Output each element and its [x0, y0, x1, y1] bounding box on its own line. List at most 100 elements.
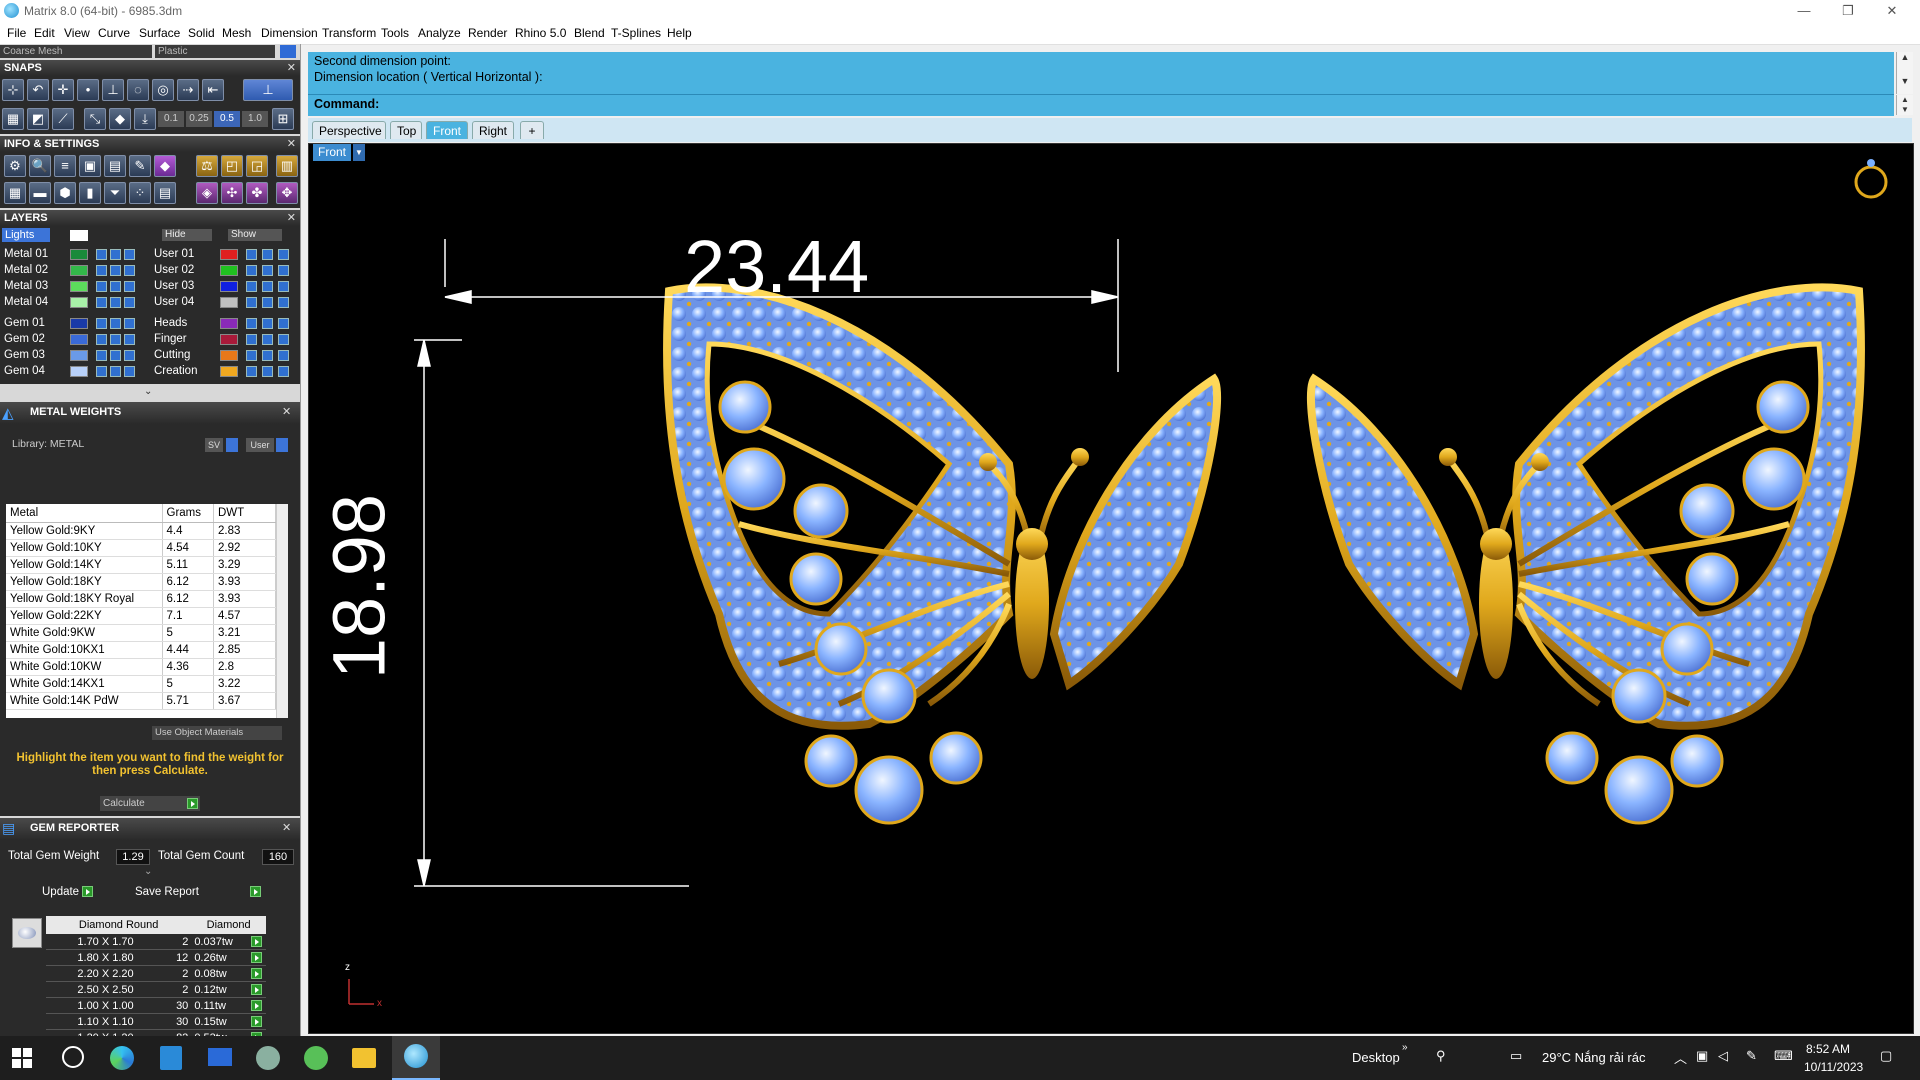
metal-col-header[interactable]: Metal [6, 504, 163, 523]
sv-button[interactable]: SV [205, 438, 223, 452]
menu-rhino[interactable]: Rhino 5.0 [515, 26, 566, 40]
go-arrow-icon[interactable] [250, 936, 262, 948]
layer-edit-icon[interactable] [278, 281, 289, 292]
pave-tool-button[interactable]: ✤ [246, 182, 268, 204]
visible-icon[interactable] [110, 281, 121, 292]
command-scroll-spinner[interactable]: ▲ ▼ [1896, 95, 1913, 115]
layer-row[interactable]: Cutting [150, 348, 300, 363]
snap-near-button[interactable]: ↶ [27, 79, 49, 101]
metal-table-scrollbar[interactable] [276, 504, 288, 718]
visible-icon[interactable] [110, 350, 121, 361]
table-row[interactable]: Yellow Gold:10KY 4.54 2.92 [6, 539, 277, 557]
scatter-button[interactable]: ⁘ [129, 182, 151, 204]
table-row[interactable]: Yellow Gold:18KY Royal 6.12 3.93 [6, 590, 277, 608]
go-arrow-icon[interactable] [250, 984, 262, 996]
lock-icon[interactable] [96, 297, 107, 308]
lock-icon[interactable] [96, 265, 107, 276]
stack-button[interactable]: ≡ [54, 155, 76, 177]
snap-value-0-5[interactable]: 0.5 [214, 111, 240, 127]
table-row[interactable]: 1.80 X 1.80 12 0.26tw [46, 949, 266, 966]
material-cube-button[interactable]: ◆ [154, 155, 176, 177]
close-icon[interactable]: ✕ [282, 821, 291, 834]
table-row[interactable]: White Gold:9KW 5 3.21 [6, 624, 277, 642]
edit-pencil-button[interactable]: ✎ [129, 155, 151, 177]
table-row[interactable]: White Gold:14K PdW 5.71 3.67 [6, 692, 277, 710]
planar-button[interactable]: ◩ [27, 108, 49, 130]
gem-tool-button[interactable]: ◈ [196, 182, 218, 204]
lock-icon[interactable] [246, 297, 257, 308]
grid-settings-button[interactable]: ⊞ [272, 108, 294, 130]
desktop-toolbar[interactable]: Desktop [1352, 1050, 1400, 1065]
menu-blend[interactable]: Blend [574, 26, 605, 40]
layer-row[interactable]: User 04 [150, 295, 300, 310]
left-butterfly[interactable] [663, 283, 1222, 825]
visible-icon[interactable] [262, 350, 273, 361]
collapse-chevron-icon[interactable]: ⌄ [144, 866, 152, 877]
layer-row[interactable]: Creation [150, 364, 300, 379]
chevron-right-icon[interactable]: » [1402, 1042, 1408, 1053]
layer-color[interactable] [220, 318, 238, 329]
zoom-button[interactable]: 🔍 [29, 155, 51, 177]
command-history-scrollbar[interactable]: ▲ ▼ [1896, 52, 1913, 94]
lock-icon[interactable] [246, 350, 257, 361]
table-row[interactable]: Yellow Gold:18KY 6.12 3.93 [6, 573, 277, 591]
table-row[interactable]: White Gold:14KX1 5 3.22 [6, 675, 277, 693]
clock-time[interactable]: 8:52 AM [1806, 1042, 1850, 1056]
viewport-front[interactable]: Front ▼ 23.44 18.98 z x [308, 143, 1914, 1034]
dwt-col-header[interactable]: DWT [213, 504, 277, 523]
layer-edit-icon[interactable] [124, 366, 135, 377]
mail-icon[interactable] [208, 1048, 232, 1066]
filter-funnel-button[interactable]: ⏷ [104, 182, 126, 204]
visible-icon[interactable] [262, 318, 273, 329]
menu-tsplines[interactable]: T-Splines [611, 26, 661, 40]
report-button[interactable]: ▥ [276, 155, 298, 177]
matrix-taskbar-button[interactable] [392, 1036, 440, 1080]
layer-color[interactable] [70, 249, 88, 260]
lock-icon[interactable] [246, 265, 257, 276]
layer-color[interactable] [70, 318, 88, 329]
sheets-icon[interactable] [304, 1046, 328, 1070]
layer-color[interactable] [70, 281, 88, 292]
table-row[interactable]: 2.20 X 2.20 2 0.08tw [46, 965, 266, 982]
lock-icon[interactable] [246, 281, 257, 292]
use-object-materials-checkbox[interactable]: Use Object Materials [152, 726, 282, 740]
update-button[interactable]: Update [42, 886, 94, 898]
volume-icon[interactable]: ◁ [1718, 1048, 1728, 1064]
dimension-label-horizontal[interactable]: 23.44 [684, 224, 869, 309]
snap-value-0-25[interactable]: 0.25 [186, 111, 212, 127]
gumball-button[interactable]: ⤡ [84, 108, 106, 130]
visible-icon[interactable] [262, 366, 273, 377]
layer-color[interactable] [220, 350, 238, 361]
search-icon[interactable] [62, 1046, 84, 1068]
visible-icon[interactable] [110, 366, 121, 377]
layer-edit-icon[interactable] [278, 366, 289, 377]
layer-row[interactable]: User 03 [150, 279, 300, 294]
menu-file[interactable]: File [7, 26, 26, 40]
go-arrow-icon[interactable] [250, 1000, 262, 1012]
layer-row[interactable]: User 01 [150, 247, 300, 262]
menu-mesh[interactable]: Mesh [222, 26, 251, 40]
box-button[interactable]: ⬢ [54, 182, 76, 204]
layer-color[interactable] [70, 297, 88, 308]
layer-row[interactable]: Gem 03 [0, 348, 150, 363]
edge-browser-icon[interactable] [110, 1046, 134, 1070]
layer-color[interactable] [220, 281, 238, 292]
close-icon[interactable]: ✕ [287, 210, 296, 226]
grams-col-header[interactable]: Grams [162, 504, 214, 523]
layer-row[interactable]: Metal 02 [0, 263, 150, 278]
hide-button[interactable]: Hide [162, 229, 212, 241]
sv-toggle[interactable] [226, 438, 238, 452]
layer-edit-icon[interactable] [124, 265, 135, 276]
visible-icon[interactable] [110, 265, 121, 276]
layer-edit-icon[interactable] [124, 297, 135, 308]
diamond-thumbnail[interactable] [12, 918, 42, 948]
table-row[interactable]: 2.50 X 2.50 2 0.12tw [46, 981, 266, 998]
command-input[interactable] [388, 96, 1882, 114]
save-disk-button[interactable]: ▤ [104, 155, 126, 177]
layer-edit-icon[interactable] [278, 318, 289, 329]
layer-row[interactable]: User 02 [150, 263, 300, 278]
close-button[interactable]: ✕ [1872, 2, 1912, 20]
layer-color[interactable] [70, 366, 88, 377]
visible-icon[interactable] [262, 265, 273, 276]
file-explorer-icon[interactable] [352, 1048, 376, 1068]
